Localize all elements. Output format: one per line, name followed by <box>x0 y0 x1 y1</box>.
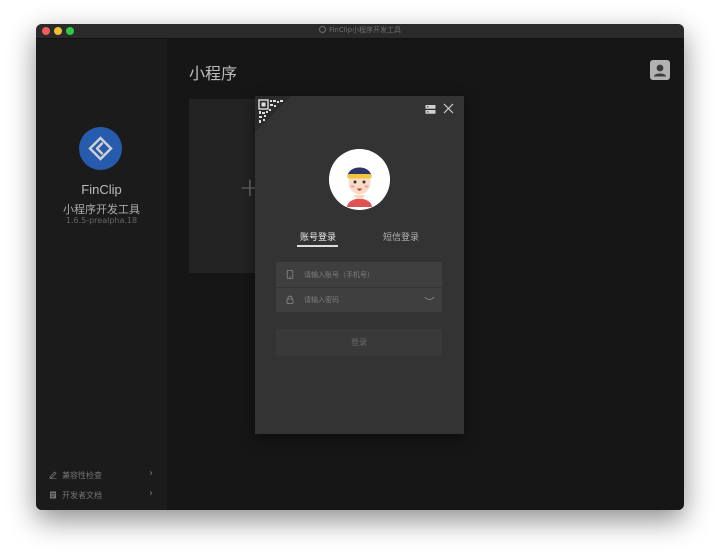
server-settings-icon[interactable] <box>425 104 436 115</box>
eye-closed-icon[interactable] <box>424 296 435 302</box>
phone-icon <box>286 270 294 279</box>
login-modal: 账号登录 短信登录 请输入账号（手机号） 请输入密码 登录 <box>255 96 464 434</box>
lock-icon <box>286 295 294 304</box>
app-icon <box>318 26 326 33</box>
tab-sms-login[interactable]: 短信登录 <box>383 230 419 243</box>
password-field[interactable]: 请输入密码 <box>276 287 442 312</box>
avatar <box>329 149 390 210</box>
title-bar: FinClip小程序开发工具 <box>36 24 684 39</box>
login-form: 请输入账号（手机号） 请输入密码 <box>276 262 442 312</box>
active-tab-indicator <box>297 245 338 247</box>
tab-account-login[interactable]: 账号登录 <box>300 230 336 243</box>
phone-placeholder: 请输入账号（手机号） <box>304 271 374 279</box>
login-button[interactable]: 登录 <box>276 329 442 356</box>
close-icon[interactable] <box>443 103 454 114</box>
app-window: FinClip小程序开发工具 FinClip 小程序开发工具 1.6.5-pre… <box>36 24 684 510</box>
qr-code-login-icon[interactable] <box>255 96 291 132</box>
window-title: FinClip小程序开发工具 <box>36 25 684 35</box>
phone-field[interactable]: 请输入账号（手机号） <box>276 262 442 288</box>
password-placeholder: 请输入密码 <box>304 296 339 304</box>
